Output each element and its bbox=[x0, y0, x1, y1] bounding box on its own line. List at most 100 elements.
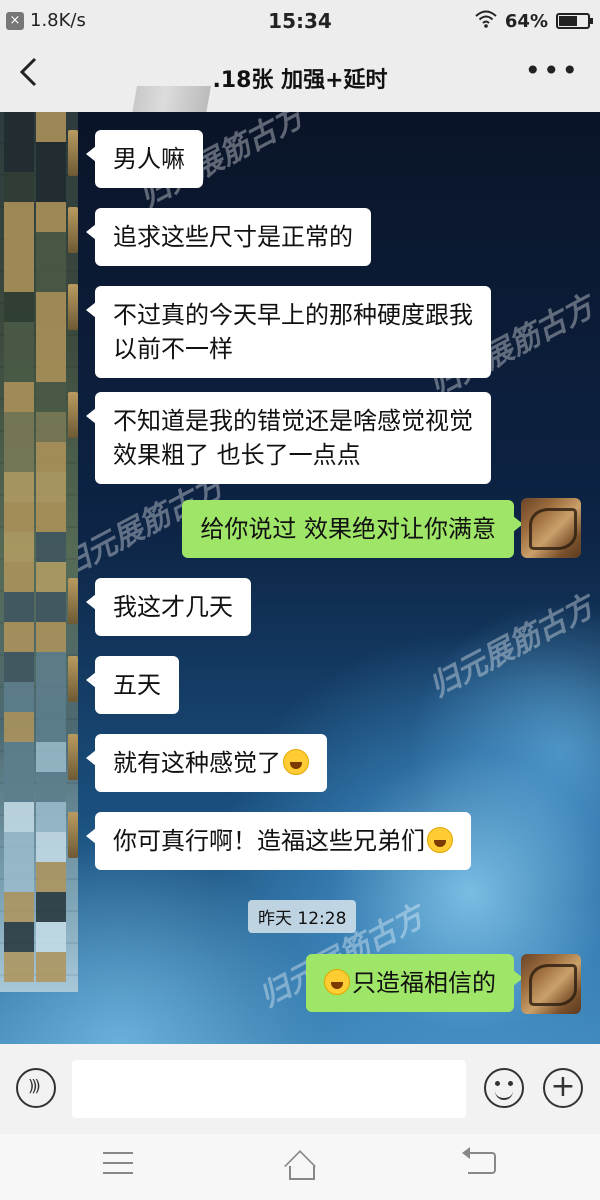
mosaic-block bbox=[4, 172, 34, 202]
mosaic-block bbox=[36, 562, 66, 592]
avatar[interactable] bbox=[68, 392, 78, 438]
avatar[interactable] bbox=[68, 130, 78, 176]
avatar-self[interactable] bbox=[521, 954, 581, 1014]
message-bubble[interactable]: 我这才几天 bbox=[86, 578, 251, 636]
mosaic-block bbox=[4, 712, 34, 742]
message-text: 追求这些尺寸是正常的 bbox=[113, 223, 353, 251]
status-right: 64% bbox=[475, 9, 593, 33]
voice-button[interactable] bbox=[16, 1068, 56, 1108]
message-text: 就有这种感觉了 bbox=[113, 749, 281, 777]
mosaic-block bbox=[4, 742, 34, 772]
mosaic-block bbox=[36, 322, 66, 352]
message-bubble[interactable]: 给你说过 效果绝对让你满意 bbox=[182, 500, 523, 558]
mosaic-block bbox=[36, 262, 66, 292]
input-bar: + bbox=[0, 1044, 600, 1134]
message-input[interactable] bbox=[72, 1060, 466, 1118]
menu-icon[interactable] bbox=[103, 1152, 133, 1174]
mosaic-block bbox=[36, 832, 66, 862]
mosaic-block bbox=[36, 622, 66, 652]
system-nav-bar bbox=[0, 1134, 600, 1200]
mosaic-block bbox=[4, 832, 34, 862]
mosaic-block bbox=[36, 232, 66, 262]
mosaic-block bbox=[4, 352, 34, 382]
chat-title: .18张 加强+延时 bbox=[212, 68, 388, 93]
status-bar: × 1.8K/s 15:34 64% bbox=[0, 0, 600, 42]
mosaic-block bbox=[4, 682, 34, 712]
message-bubble[interactable]: 五天 bbox=[86, 656, 179, 714]
avatar-self[interactable] bbox=[521, 498, 581, 558]
message-bubble[interactable]: 不过真的今天早上的那种硬度跟我 以前不一样 bbox=[86, 286, 491, 378]
mosaic-block bbox=[36, 112, 66, 142]
message-bubble[interactable]: 不知道是我的错觉还是啥感觉视觉 效果粗了 也长了一点点 bbox=[86, 392, 491, 484]
mosaic-block bbox=[4, 772, 34, 802]
message-text: 只造福相信的 bbox=[352, 969, 496, 997]
mosaic-block bbox=[4, 442, 34, 472]
mosaic-block bbox=[4, 412, 34, 442]
watermark: 归元展筋古方 bbox=[423, 589, 600, 705]
mosaic-block bbox=[36, 802, 66, 832]
timestamp-divider: 昨天 12:28 bbox=[248, 900, 357, 933]
mosaic-block bbox=[36, 142, 66, 172]
message-text: 你可真行啊！造福这些兄弟们 bbox=[113, 827, 425, 855]
mosaic-block bbox=[4, 112, 34, 142]
message-bubble[interactable]: 追求这些尺寸是正常的 bbox=[86, 208, 371, 266]
mosaic-block bbox=[36, 532, 66, 562]
mosaic-block bbox=[4, 652, 34, 682]
wifi-icon bbox=[475, 9, 497, 33]
mosaic-block bbox=[36, 442, 66, 472]
mosaic-block bbox=[4, 862, 34, 892]
home-icon[interactable] bbox=[283, 1152, 317, 1180]
message-text: 我这才几天 bbox=[113, 593, 233, 621]
mosaic-block bbox=[36, 472, 66, 502]
mosaic-block bbox=[36, 772, 66, 802]
mosaic-block bbox=[36, 382, 66, 412]
plus-icon: + bbox=[550, 1069, 576, 1104]
mosaic-block bbox=[4, 592, 34, 622]
avatar[interactable] bbox=[68, 812, 78, 858]
avatar[interactable] bbox=[68, 207, 78, 253]
mosaic-block bbox=[36, 712, 66, 742]
smiling-blush-emoji bbox=[427, 827, 453, 853]
mosaic-block bbox=[4, 202, 34, 232]
mosaic-block bbox=[4, 952, 34, 982]
avatar[interactable] bbox=[68, 734, 78, 780]
mosaic-block bbox=[4, 892, 34, 922]
message-bubble[interactable]: 只造福相信的 bbox=[306, 954, 523, 1012]
message-line: 效果粗了 也长了一点点 bbox=[113, 441, 361, 469]
mosaic-block bbox=[36, 292, 66, 322]
battery-percent: 64% bbox=[504, 10, 548, 32]
mosaic-block bbox=[36, 172, 66, 202]
back-icon[interactable] bbox=[462, 1147, 496, 1174]
message-bubble[interactable]: 你可真行啊！造福这些兄弟们 bbox=[86, 812, 471, 870]
mosaic-block bbox=[4, 472, 34, 502]
avatar[interactable] bbox=[68, 656, 78, 702]
mosaic-block bbox=[4, 322, 34, 352]
avatar[interactable] bbox=[68, 578, 78, 624]
mosaic-block bbox=[36, 922, 66, 952]
mosaic-block bbox=[4, 802, 34, 832]
message-text: 五天 bbox=[113, 671, 161, 699]
message-line: 不过真的今天早上的那种硬度跟我 bbox=[113, 301, 473, 329]
mosaic-block bbox=[4, 502, 34, 532]
chat-header: .18张 加强+延时 ••• bbox=[0, 42, 600, 120]
battery-icon bbox=[556, 13, 593, 29]
message-bubble[interactable]: 男人嘛 bbox=[86, 130, 203, 188]
mosaic-block bbox=[4, 382, 34, 412]
mosaic-block bbox=[4, 562, 34, 592]
mosaic-block bbox=[36, 952, 66, 982]
message-bubble[interactable]: 就有这种感觉了 bbox=[86, 734, 327, 792]
message-text: 男人嘛 bbox=[113, 145, 185, 173]
mosaic-block bbox=[4, 262, 34, 292]
mosaic-block bbox=[36, 352, 66, 382]
mosaic-block bbox=[36, 862, 66, 892]
more-functions-button[interactable]: + bbox=[543, 1068, 583, 1108]
avatar[interactable] bbox=[68, 284, 78, 330]
mosaic-block bbox=[36, 742, 66, 772]
more-button[interactable]: ••• bbox=[524, 54, 580, 87]
mosaic-block bbox=[36, 412, 66, 442]
chat-area[interactable]: 归元展筋古方 归元展筋古方 归元展筋古方 归元展筋古方 归元展筋古方 男人嘛 追… bbox=[0, 112, 600, 1044]
emoji-button[interactable] bbox=[484, 1068, 524, 1108]
message-line: 不知道是我的错觉还是啥感觉视觉 bbox=[113, 407, 473, 435]
mosaic-block bbox=[4, 622, 34, 652]
tears-of-joy-emoji bbox=[283, 749, 309, 775]
